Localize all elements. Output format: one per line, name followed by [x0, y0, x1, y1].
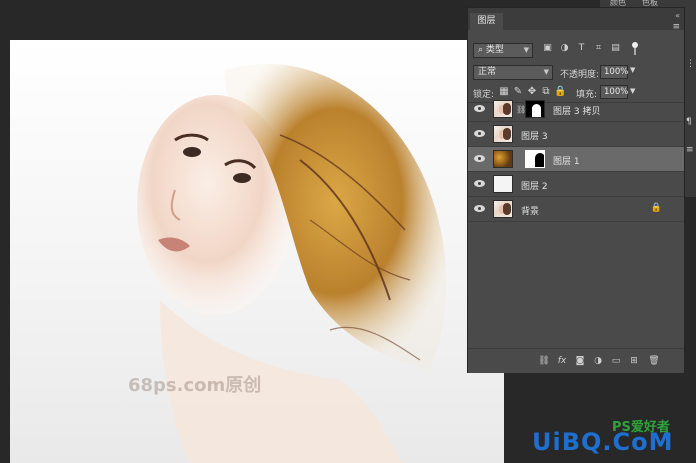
delete-layer-icon[interactable]: 🗑: [648, 355, 660, 367]
layer-row[interactable]: 背景 🔒: [468, 197, 684, 222]
layer-name: 背景: [521, 207, 540, 217]
layers-list: ⛓ 图层 3 拷贝 图层 3 图层 1 图层 2 背景 🔒: [468, 97, 684, 222]
tab-layers[interactable]: 图层: [470, 13, 503, 30]
side-icon[interactable]: ⋮: [686, 59, 695, 69]
workspace: 68ps.com原创 颜色 色板 ⋮ ¶ ≡ 图层 « ≡ ⌕ 类型 ▼ ▣ ◑…: [0, 0, 696, 463]
add-mask-icon[interactable]: ◙: [574, 355, 586, 367]
lock-icon[interactable]: 🔒: [651, 203, 662, 213]
layer-thumbnail: [493, 175, 513, 193]
layers-bottom-bar: ⛓ fx ◙ ◑ ▭ ⊞ 🗑: [468, 348, 684, 373]
layer-name: 图层 2: [521, 182, 548, 192]
layer-thumbnail: [493, 125, 513, 143]
eye-icon[interactable]: [474, 180, 485, 187]
smart-object-filter-icon[interactable]: ▤: [610, 43, 621, 54]
layer-row[interactable]: 图层 3: [468, 122, 684, 147]
image-filter-icon[interactable]: ▣: [542, 43, 553, 54]
blend-row: 正常 ▼ 不透明度: 100% ▼: [468, 63, 684, 81]
adjustment-layer-icon[interactable]: ◑: [592, 355, 604, 367]
document-canvas[interactable]: 68ps.com原创: [10, 40, 504, 463]
site-logo: UiBQ.CoM: [532, 428, 674, 456]
eye-icon[interactable]: [474, 155, 485, 162]
layer-row[interactable]: 图层 2: [468, 172, 684, 197]
side-panel-strip: ⋮ ¶ ≡: [685, 7, 696, 197]
chevron-down-icon: ▼: [543, 68, 549, 76]
opacity-label: 不透明度:: [560, 70, 600, 80]
type-filter-icon[interactable]: T: [576, 43, 587, 54]
panel-menu-icon[interactable]: ≡: [672, 22, 680, 32]
side-icon[interactable]: ≡: [686, 145, 694, 155]
layer-name: 图层 3 拷贝: [553, 107, 601, 117]
search-icon: ⌕: [478, 45, 484, 55]
filter-row: ⌕ 类型 ▼ ▣ ◑ T ⌗ ▤: [468, 41, 684, 59]
blend-mode-dropdown[interactable]: 正常 ▼: [473, 65, 553, 80]
filter-type-dropdown[interactable]: ⌕ 类型 ▼: [473, 43, 533, 58]
eye-icon[interactable]: [474, 205, 485, 212]
filter-toggle-icon[interactable]: [632, 42, 638, 55]
layer-mask-thumbnail[interactable]: [525, 150, 545, 168]
layer-thumbnail: [493, 150, 513, 168]
new-layer-icon[interactable]: ⊞: [628, 355, 640, 367]
layer-thumbnail: [493, 100, 513, 118]
panel-tabbar: 图层 « ≡: [468, 8, 684, 32]
chevron-down-icon: ▼: [523, 46, 529, 54]
eye-icon[interactable]: [474, 105, 485, 112]
layer-thumbnail: [493, 200, 513, 218]
shape-filter-icon[interactable]: ⌗: [593, 43, 604, 54]
side-icon[interactable]: ¶: [686, 117, 692, 127]
layer-name: 图层 1: [553, 157, 580, 167]
layer-row[interactable]: ⛓ 图层 3 拷贝: [468, 97, 684, 122]
filter-type-label: 类型: [485, 45, 504, 55]
chevron-down-icon[interactable]: ▼: [630, 66, 635, 74]
chevron-down-icon[interactable]: ▼: [630, 87, 635, 95]
layers-panel: 图层 « ≡ ⌕ 类型 ▼ ▣ ◑ T ⌗ ▤ 正常 ▼ 不透明度: 100% …: [467, 7, 685, 373]
layer-row-selected[interactable]: 图层 1: [468, 147, 684, 172]
layer-mask-thumbnail[interactable]: [525, 100, 545, 118]
link-layers-icon[interactable]: ⛓: [538, 355, 550, 367]
opacity-field[interactable]: 100%: [600, 65, 628, 79]
new-group-icon[interactable]: ▭: [610, 355, 622, 367]
fx-icon[interactable]: fx: [556, 355, 568, 367]
double-exposure-artwork: [137, 63, 447, 463]
collapse-icon[interactable]: «: [675, 11, 680, 20]
layer-name: 图层 3: [521, 132, 548, 142]
blend-mode-label: 正常: [478, 67, 497, 77]
watermark-text: 68ps.com原创: [128, 375, 262, 396]
eye-icon[interactable]: [474, 130, 485, 137]
adjustment-filter-icon[interactable]: ◑: [559, 43, 570, 54]
